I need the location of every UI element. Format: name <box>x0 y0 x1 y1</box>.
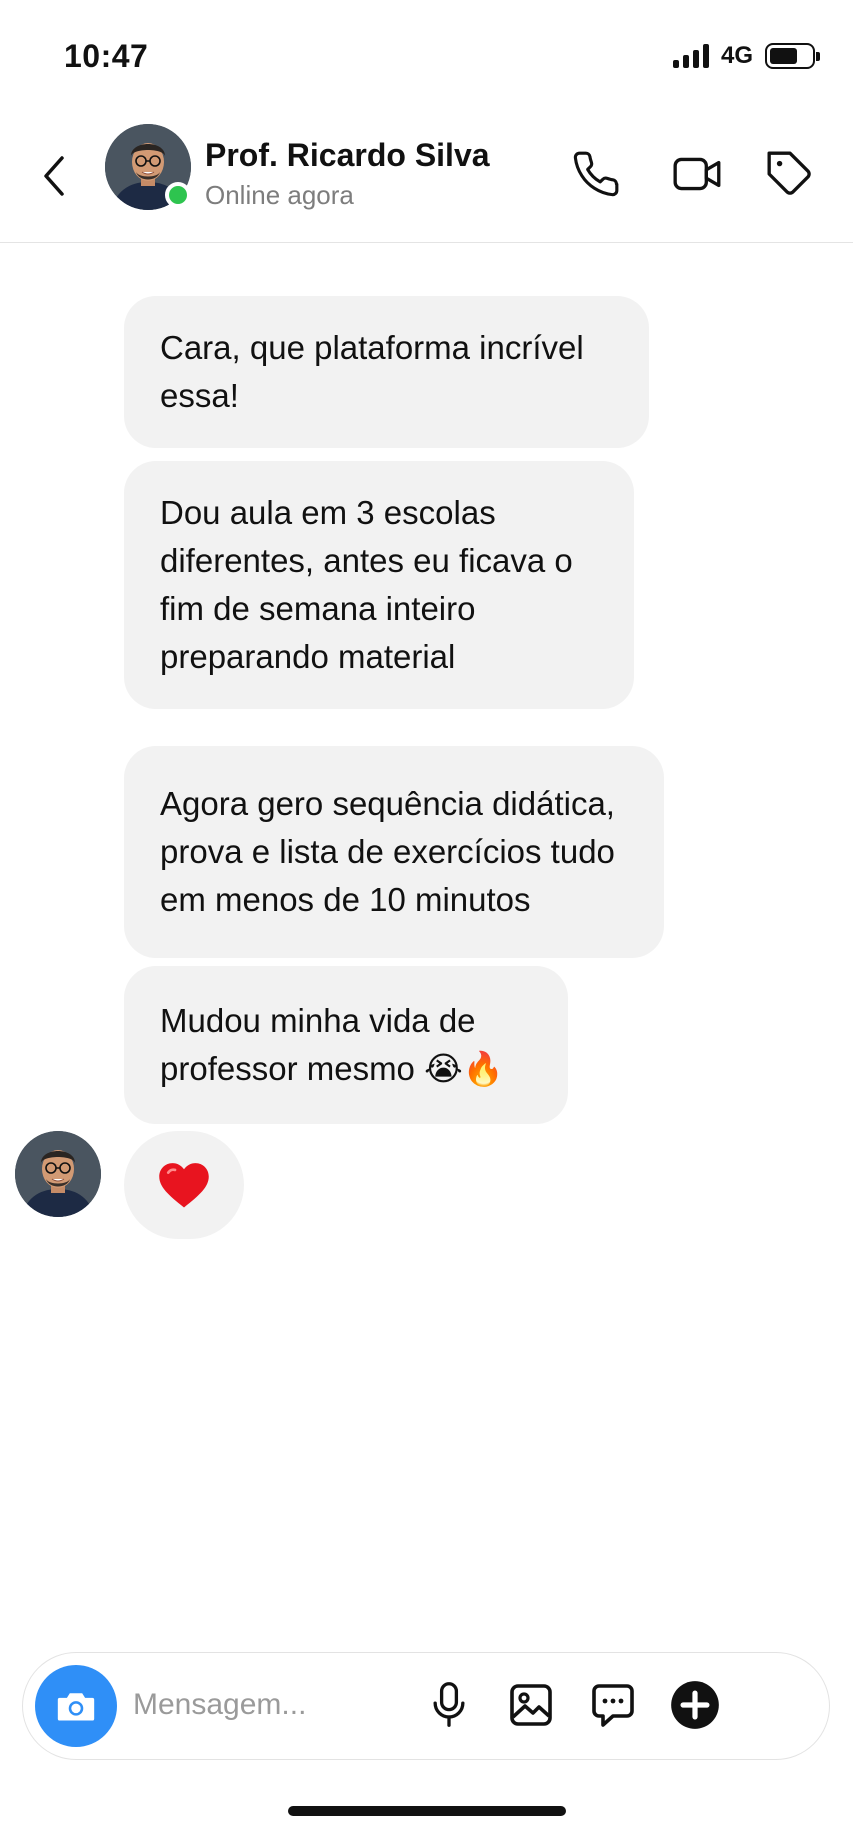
contact-status: Online agora <box>205 180 354 210</box>
message-bubble[interactable]: Dou aula em 3 escolas diferentes, antes … <box>124 461 634 709</box>
battery-icon <box>765 43 820 69</box>
camera-button[interactable] <box>35 1665 117 1747</box>
plus-icon <box>671 1681 719 1729</box>
chevron-left-icon <box>44 156 64 196</box>
message-text: Cara, que plataforma incrível essa! <box>160 329 584 414</box>
chat-bubble-icon <box>592 1684 634 1727</box>
status-time: 10:47 <box>64 38 149 74</box>
back-button[interactable] <box>34 146 74 206</box>
tag-button[interactable] <box>760 144 820 204</box>
heart-reaction-bubble[interactable] <box>124 1131 244 1239</box>
gallery-button[interactable] <box>501 1675 561 1735</box>
message-text: Agora gero sequência didática, prova e l… <box>160 785 615 918</box>
signal-strength-icon <box>672 44 709 68</box>
message-thread[interactable]: Cara, que plataforma incrível essa! Dou … <box>0 243 853 1643</box>
status-bar: 10:47 4G <box>0 0 853 110</box>
message-text: Mudou minha vida de professor mesmo 😭🔥 <box>160 1002 504 1087</box>
contact-name: Prof. Ricardo Silva <box>205 137 490 173</box>
sender-avatar[interactable] <box>15 1131 101 1217</box>
online-indicator <box>165 182 191 208</box>
video-camera-icon <box>673 157 721 191</box>
phone-icon <box>573 151 619 197</box>
status-indicators: 4G <box>672 42 820 70</box>
voice-call-button[interactable] <box>566 144 626 204</box>
contact-avatar[interactable] <box>105 124 191 210</box>
video-call-button[interactable] <box>668 144 728 204</box>
camera-icon <box>57 1693 95 1721</box>
home-indicator[interactable] <box>288 1806 566 1816</box>
more-options-button[interactable] <box>665 1675 725 1735</box>
message-bubble[interactable]: Agora gero sequência didática, prova e l… <box>124 746 664 958</box>
voice-message-button[interactable] <box>419 1675 479 1735</box>
microphone-icon <box>433 1682 465 1727</box>
sticker-button[interactable] <box>583 1675 643 1735</box>
heart-icon <box>159 1163 209 1208</box>
image-icon <box>510 1684 552 1726</box>
chat-header: Prof. Ricardo Silva Online agora <box>0 110 853 243</box>
network-type: 4G <box>720 42 753 69</box>
message-composer <box>22 1652 830 1760</box>
message-text: Dou aula em 3 escolas diferentes, antes … <box>160 494 573 675</box>
message-bubble[interactable]: Mudou minha vida de professor mesmo 😭🔥 <box>124 966 568 1124</box>
message-bubble[interactable]: Cara, que plataforma incrível essa! <box>124 296 649 448</box>
tag-icon <box>767 151 811 195</box>
